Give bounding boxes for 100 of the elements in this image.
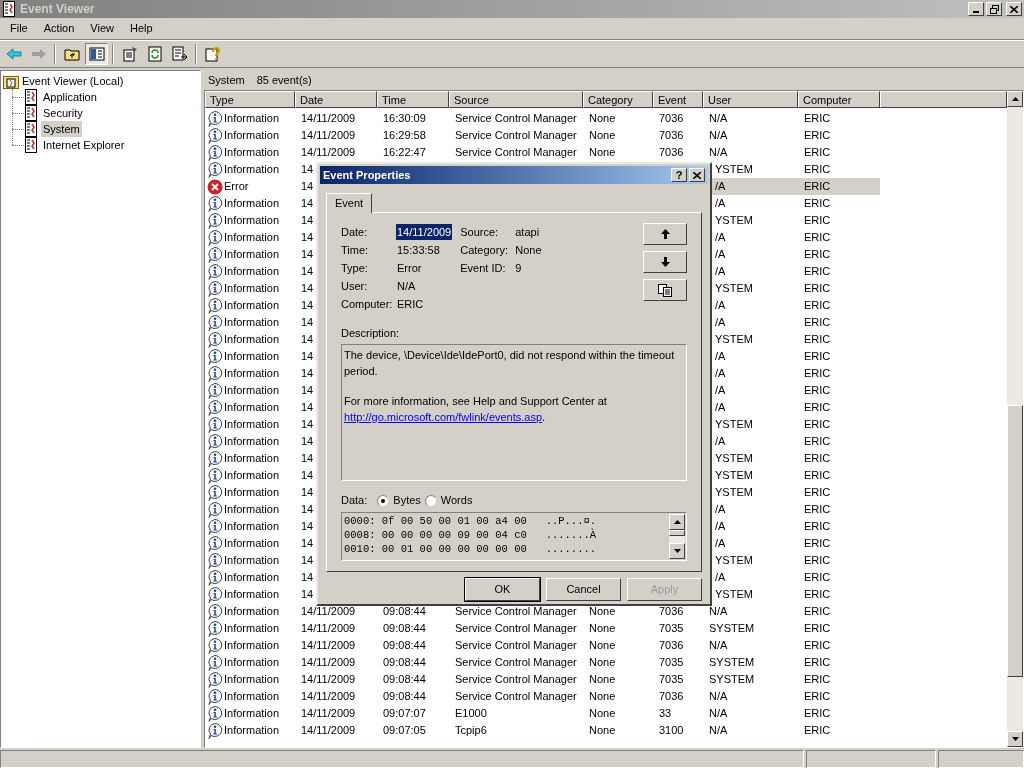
table-cell: /A <box>715 180 726 193</box>
tree-item[interactable]: Internet Explorer <box>41 136 127 154</box>
table-cell: 14/11/2009 <box>301 605 356 618</box>
table-cell: 14 <box>301 554 314 567</box>
table-cell: 09:08:44 <box>383 639 426 652</box>
column-header[interactable]: User <box>703 91 798 108</box>
table-cell: 14 <box>301 299 314 312</box>
previous-event-button[interactable] <box>643 223 687 245</box>
table-cell-text: Information <box>224 536 280 552</box>
table-cell: Service Control Manager <box>455 656 577 669</box>
toolbar-button[interactable] <box>85 43 108 65</box>
menu-item[interactable]: View <box>82 20 122 37</box>
column-header[interactable]: Source <box>449 91 583 108</box>
scrollbar-thumb[interactable] <box>1007 405 1023 677</box>
close-icon <box>1010 5 1018 13</box>
table-cell: 14 <box>301 265 314 278</box>
table-cell: ERIC <box>804 333 831 346</box>
table-cell: 14 <box>301 180 314 193</box>
field-label: Event ID: <box>460 260 507 276</box>
table-cell-text: Information <box>224 485 280 501</box>
table-cell: None <box>589 622 616 635</box>
tree-item[interactable]: Security <box>41 104 85 122</box>
table-cell: 09:08:44 <box>383 656 426 669</box>
table-cell: ERIC <box>804 486 831 499</box>
scrollbar-thumb[interactable] <box>669 529 685 536</box>
table-cell: 14 <box>301 537 314 550</box>
tree-item[interactable]: System <box>41 120 82 138</box>
column-header[interactable]: Date <box>295 91 377 108</box>
table-cell-text: Information <box>224 162 280 178</box>
menu-item[interactable]: Action <box>35 20 83 37</box>
table-cell: 14 <box>301 520 314 533</box>
table-cell: 14/11/2009 <box>301 112 356 125</box>
table-cell: 14/11/2009 <box>301 673 356 686</box>
down-triangle-icon <box>673 548 681 553</box>
table-cell-text: Information <box>224 400 280 416</box>
table-cell: ERIC <box>804 418 831 431</box>
table-cell: ERIC <box>804 605 831 618</box>
table-cell: /A <box>715 384 726 397</box>
table-cell-text: Information <box>224 519 280 535</box>
close-button[interactable] <box>689 168 705 182</box>
table-cell: 14/11/2009 <box>301 146 356 159</box>
table-cell-text: Information <box>224 366 280 382</box>
table-cell: 7036 <box>659 146 684 159</box>
column-header[interactable]: Event <box>653 91 703 108</box>
close-icon <box>693 171 701 179</box>
data-scrollbar[interactable] <box>669 513 685 559</box>
next-event-button[interactable] <box>643 251 687 273</box>
vertical-scrollbar[interactable] <box>1007 91 1023 747</box>
up-triangle-icon <box>673 519 681 524</box>
down-triangle-icon <box>1011 737 1019 741</box>
column-header[interactable]: Category <box>583 91 653 108</box>
tab[interactable]: Event <box>326 193 373 213</box>
table-cell-text: Information <box>224 451 280 467</box>
back-arrow-icon <box>5 46 22 62</box>
more-info-text: For more information, see Help and Support Center at http://go.microsoft.com/fwlink/events.asp. <box>344 393 608 425</box>
table-cell: ERIC <box>804 214 831 227</box>
table-cell: ERIC <box>804 656 831 669</box>
table-cell-text: Information <box>224 196 280 212</box>
column-header[interactable]: Computer <box>798 91 880 108</box>
table-cell: YSTEM <box>715 469 753 482</box>
log-name: System <box>208 72 245 88</box>
table-cell-text: Information <box>224 604 280 620</box>
tree-item[interactable]: Application <box>41 88 99 106</box>
table-cell-text: Information <box>224 349 280 365</box>
copy-button[interactable] <box>643 279 687 301</box>
minimize-button[interactable] <box>968 2 984 16</box>
table-cell: Tcpip6 <box>455 724 487 737</box>
table-cell: /A <box>715 401 726 414</box>
menu-item[interactable]: File <box>2 20 36 37</box>
table-cell: ERIC <box>804 146 831 159</box>
scroll-up-button[interactable] <box>1007 91 1023 107</box>
help-button[interactable]: ? <box>671 168 687 182</box>
table-cell-text: Information <box>224 689 280 705</box>
column-header[interactable]: Type <box>205 91 295 108</box>
table-cell: ERIC <box>804 452 831 465</box>
table-cell: ERIC <box>804 520 831 533</box>
field-value: None <box>514 242 543 258</box>
format-radio[interactable]: Bytes <box>377 492 421 509</box>
data-label: Data: <box>341 493 368 509</box>
table-cell: 14/11/2009 <box>301 622 356 635</box>
tree-item[interactable]: Event Viewer (Local) <box>3 73 200 89</box>
table-cell: None <box>589 690 616 703</box>
dialog-button[interactable]: Cancel <box>546 578 621 601</box>
restore-button[interactable] <box>986 2 1002 16</box>
field-value: ERIC <box>396 296 425 312</box>
format-radio[interactable]: Words <box>424 492 473 509</box>
up-arrow-icon <box>660 229 670 239</box>
table-cell: 14 <box>301 486 314 499</box>
table-cell: /A <box>715 520 726 533</box>
column-header[interactable]: Time <box>377 91 449 108</box>
table-cell: 14 <box>301 350 314 363</box>
dialog-button[interactable]: OK <box>465 578 540 601</box>
table-cell: None <box>589 724 616 737</box>
table-cell: 14 <box>301 248 314 261</box>
scroll-down-button[interactable] <box>1007 731 1023 747</box>
menu-item[interactable]: Help <box>121 20 161 37</box>
table-cell: /A <box>715 435 726 448</box>
table-cell-text: Information <box>224 281 280 297</box>
table-cell: /A <box>715 316 726 329</box>
close-button[interactable] <box>1006 2 1022 16</box>
